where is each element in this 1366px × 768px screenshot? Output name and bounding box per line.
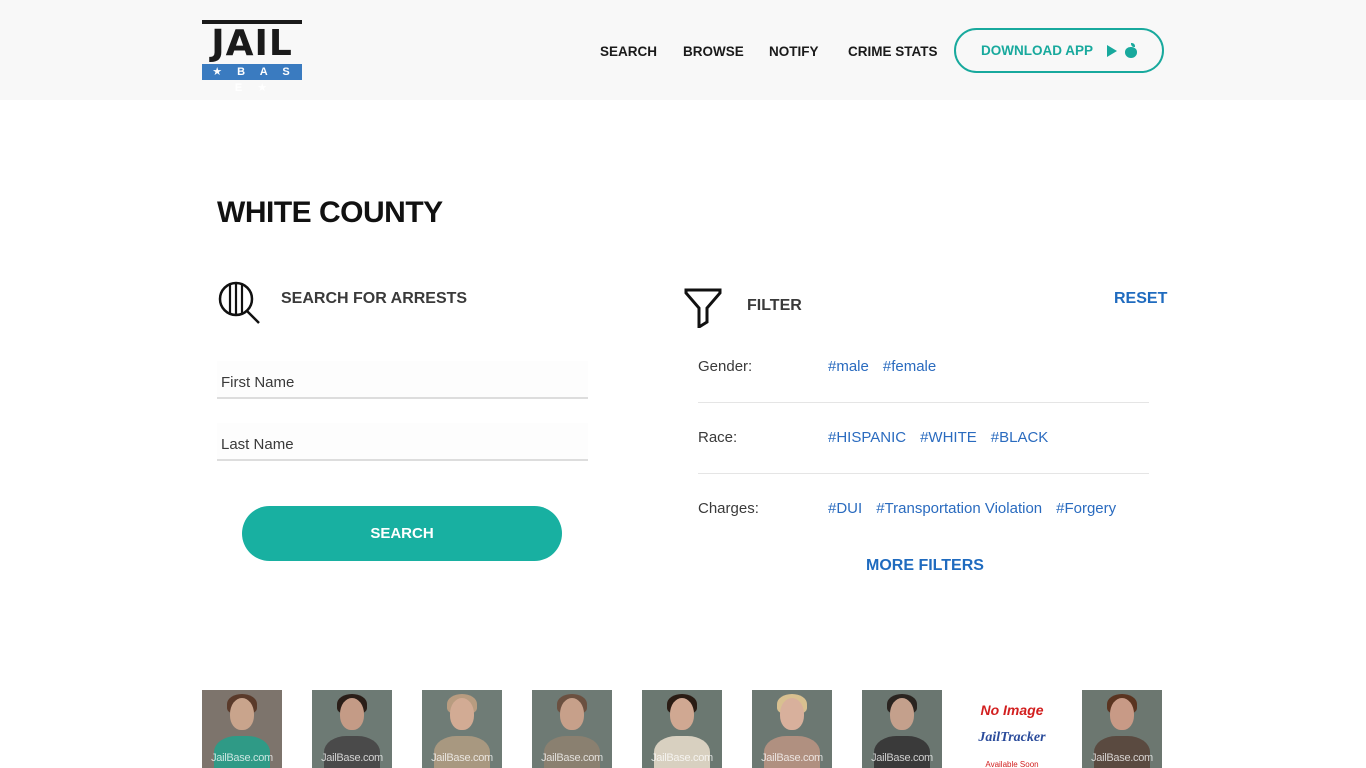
filter-tag-male[interactable]: #male [828,358,869,375]
first-name-field-wrapper [217,361,588,399]
mugshot-thumbnail[interactable]: No Image JailTracker Available Soon [972,690,1052,768]
watermark-text: JailBase.com [431,752,493,764]
watermark-text: JailBase.com [541,752,603,764]
nav-search[interactable]: SEARCH [600,44,657,59]
watermark-text: JailBase.com [871,752,933,764]
search-bars-icon [218,281,260,324]
filter-tags-gender: #male #female [828,358,936,375]
mugshot-gallery: JailBase.com JailBase.com JailBase.com Jail… [202,690,1162,768]
filter-row-race: Race: #HISPANIC #WHITE #BLACK [698,403,1149,474]
filter-tag-forgery[interactable]: #Forgery [1056,500,1116,517]
search-button[interactable]: SEARCH [242,506,562,561]
google-play-icon [1107,44,1117,57]
filter-tag-female[interactable]: #female [883,358,936,375]
no-image-line3: Available Soon [985,760,1039,768]
logo-jail-text: JAIL [211,23,293,64]
filter-tag-black[interactable]: #BLACK [991,429,1049,446]
mugshot-head [230,698,254,730]
mugshot-head [560,698,584,730]
mugshot-head [340,698,364,730]
mugshot-head [890,698,914,730]
filter-row-gender: Gender: #male #female [698,332,1149,403]
filter-tag-dui[interactable]: #DUI [828,500,862,517]
reset-filters-link[interactable]: RESET [1114,290,1167,308]
filter-tag-transportation-violation[interactable]: #Transportation Violation [876,500,1042,517]
filter-tag-white[interactable]: #WHITE [920,429,977,446]
jailbase-logo[interactable]: JAIL ★ B A S E ★ [202,20,302,94]
filter-tags-race: #HISPANIC #WHITE #BLACK [828,429,1048,446]
mugshot-thumbnail[interactable]: JailBase.com [1082,690,1162,768]
mugshot-head [1110,698,1134,730]
filter-label-charges: Charges: [698,500,759,517]
filter-label: FILTER [747,297,802,314]
logo-base-text: ★ B A S E ★ [202,64,302,94]
funnel-icon [684,288,722,328]
filter-tags-charges: #DUI #Transportation Violation #Forgery [828,500,1116,517]
first-name-input[interactable] [217,361,588,397]
no-image-line2: JailTracker [978,730,1046,745]
nav-crime-stats[interactable]: CRIME STATS [848,44,938,59]
watermark-text: JailBase.com [651,752,713,764]
mugshot-head [450,698,474,730]
apple-icon [1125,42,1137,58]
watermark-text: JailBase.com [321,752,383,764]
mugshot-thumbnail[interactable]: JailBase.com [312,690,392,768]
mugshot-thumbnail[interactable]: JailBase.com [202,690,282,768]
nav-browse[interactable]: BROWSE [683,44,744,59]
watermark-text: JailBase.com [1091,752,1153,764]
mugshot-thumbnail[interactable]: JailBase.com [752,690,832,768]
watermark-text: JailBase.com [211,752,273,764]
mugshot-thumbnail[interactable]: JailBase.com [862,690,942,768]
mugshot-thumbnail[interactable]: JailBase.com [642,690,722,768]
mugshot-head [670,698,694,730]
download-app-button[interactable]: DOWNLOAD APP [954,28,1164,73]
filter-label-race: Race: [698,429,738,446]
search-for-arrests-label: SEARCH FOR ARRESTS [281,290,468,307]
mugshot-head [780,698,804,730]
mugshot-thumbnail[interactable]: JailBase.com [532,690,612,768]
page-title: WHITE COUNTY [217,196,443,229]
download-app-label: DOWNLOAD APP [981,43,1093,58]
filter-tag-hispanic[interactable]: #HISPANIC [828,429,906,446]
filter-row-charges: Charges: #DUI #Transportation Violation … [698,474,1149,545]
filter-label-gender: Gender: [698,358,753,375]
site-header: JAIL ★ B A S E ★ SEARCH BROWSE NOTIFY CR… [0,0,1366,100]
last-name-field-wrapper [217,423,588,461]
nav-notify[interactable]: NOTIFY [769,44,819,59]
mugshot-thumbnail[interactable]: JailBase.com [422,690,502,768]
more-filters-link[interactable]: MORE FILTERS [866,557,984,575]
last-name-input[interactable] [217,423,588,459]
no-image-line1: No Image [980,702,1044,718]
watermark-text: JailBase.com [761,752,823,764]
